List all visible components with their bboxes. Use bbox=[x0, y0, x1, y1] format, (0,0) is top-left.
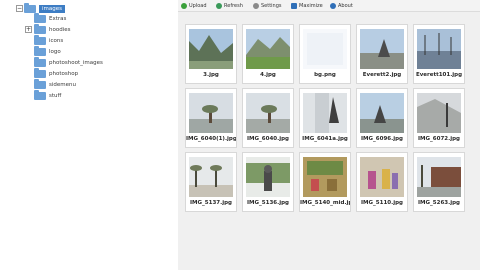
info-icon bbox=[330, 2, 336, 9]
file-manager-window: − images Extras + hoodies icons logo pho… bbox=[0, 0, 480, 270]
maximize-label: Maximize bbox=[299, 2, 323, 9]
file-tile[interactable]: IMG_6096.jpg bbox=[356, 88, 408, 148]
folder-tree: − images Extras + hoodies icons logo pho… bbox=[10, 0, 179, 270]
thumbnail-image bbox=[303, 93, 347, 133]
file-name: IMG_6040.jpg bbox=[247, 136, 289, 142]
tree-item-label: images bbox=[39, 5, 65, 13]
file-tile[interactable]: bg.png bbox=[299, 24, 351, 84]
settings-label: Settings bbox=[261, 2, 282, 9]
file-name: IMG_6096.jpg bbox=[361, 136, 403, 142]
file-tile[interactable]: IMG_6072.jpg bbox=[413, 88, 465, 148]
folder-icon bbox=[34, 57, 46, 67]
folder-icon bbox=[24, 3, 36, 13]
file-name: IMG_5140_mid.jpg bbox=[300, 200, 350, 206]
thumbnail-image bbox=[189, 29, 233, 69]
tree-item-label: sidemenu bbox=[49, 82, 76, 88]
thumbnail-image bbox=[189, 157, 233, 197]
file-pane: Upload Refresh Settings Maximize About 3… bbox=[178, 0, 480, 270]
thumbnail-image bbox=[417, 93, 461, 133]
tree-item-label: hoodies bbox=[49, 27, 71, 33]
gear-icon bbox=[253, 2, 259, 9]
folder-icon bbox=[34, 35, 46, 45]
file-tile[interactable]: Everett101.jpg bbox=[413, 24, 465, 84]
thumbnail-image bbox=[360, 157, 404, 197]
file-name: IMG_6041a.jpg bbox=[302, 136, 348, 142]
thumbnail-image bbox=[417, 29, 461, 69]
file-name: IMG_5137.jpg bbox=[190, 200, 232, 206]
file-name: IMG_6072.jpg bbox=[418, 136, 460, 142]
tree-item-extras[interactable]: Extras bbox=[34, 13, 67, 24]
settings-button[interactable]: Settings bbox=[253, 1, 282, 10]
file-name: IMG_5110.jpg bbox=[361, 200, 403, 206]
tree-item-images[interactable]: − images bbox=[16, 3, 65, 14]
thumbnail-image bbox=[189, 93, 233, 133]
file-tile[interactable]: IMG_5136.jpg bbox=[242, 152, 294, 212]
about-label: About bbox=[338, 2, 353, 9]
maximize-button[interactable]: Maximize bbox=[291, 1, 323, 10]
thumbnail-image bbox=[246, 157, 290, 197]
refresh-button[interactable]: Refresh bbox=[216, 1, 243, 10]
tree-item-label: Extras bbox=[49, 16, 67, 22]
maximize-icon bbox=[291, 2, 297, 9]
thumbnail-image bbox=[417, 157, 461, 197]
file-tile[interactable]: IMG_5140_mid.jpg bbox=[299, 152, 351, 212]
file-tile[interactable]: IMG_5137.jpg bbox=[185, 152, 237, 212]
refresh-label: Refresh bbox=[224, 2, 243, 9]
tree-item-label: photoshoot_images bbox=[49, 60, 103, 66]
file-name: IMG_5136.jpg bbox=[247, 200, 289, 206]
file-tile[interactable]: 4.jpg bbox=[242, 24, 294, 84]
tree-item-hoodies[interactable]: + hoodies bbox=[25, 24, 71, 35]
upload-button[interactable]: Upload bbox=[181, 1, 207, 10]
upload-label: Upload bbox=[189, 2, 207, 9]
thumbnail-image bbox=[360, 29, 404, 69]
tree-item-label: logo bbox=[49, 49, 61, 55]
file-tile[interactable]: IMG_6041a.jpg bbox=[299, 88, 351, 148]
folder-icon bbox=[34, 13, 46, 23]
refresh-icon bbox=[216, 2, 222, 9]
toolbar: Upload Refresh Settings Maximize About bbox=[178, 0, 480, 12]
file-name: 3.jpg bbox=[203, 72, 219, 78]
file-name: Everett2.jpg bbox=[362, 72, 402, 78]
tree-item-label: photoshop bbox=[49, 71, 79, 77]
tree-item-stuff[interactable]: stuff bbox=[34, 90, 62, 101]
folder-icon bbox=[34, 46, 46, 56]
file-name: IMG_5263.jpg bbox=[418, 200, 460, 206]
thumbnail-image bbox=[246, 29, 290, 69]
file-name: 4.jpg bbox=[260, 72, 276, 78]
tree-item-sidemenu[interactable]: sidemenu bbox=[34, 79, 76, 90]
thumbnail-image bbox=[303, 29, 347, 69]
file-tile[interactable]: IMG_5263.jpg bbox=[413, 152, 465, 212]
thumbnail-image bbox=[303, 157, 347, 197]
file-tile[interactable]: 3.jpg bbox=[185, 24, 237, 84]
folder-icon bbox=[34, 79, 46, 89]
thumbnail-image bbox=[360, 93, 404, 133]
upload-icon bbox=[181, 2, 187, 9]
thumbnail-image bbox=[246, 93, 290, 133]
file-name: Everett101.jpg bbox=[415, 72, 463, 78]
tree-item-photoshop[interactable]: photoshop bbox=[34, 68, 79, 79]
folder-icon bbox=[34, 68, 46, 78]
expand-toggle-icon[interactable]: + bbox=[25, 26, 32, 33]
file-name: bg.png bbox=[314, 72, 336, 78]
collapse-toggle-icon[interactable]: − bbox=[16, 5, 23, 12]
tree-item-label: icons bbox=[49, 38, 64, 44]
file-tile[interactable]: IMG_6040.jpg bbox=[242, 88, 294, 148]
tree-item-label: stuff bbox=[49, 93, 62, 99]
tree-item-photoshoot-images[interactable]: photoshoot_images bbox=[34, 57, 103, 68]
about-button[interactable]: About bbox=[330, 1, 353, 10]
folder-icon bbox=[34, 90, 46, 100]
tree-item-icons[interactable]: icons bbox=[34, 35, 64, 46]
file-tile[interactable]: IMG_5110.jpg bbox=[356, 152, 408, 212]
folder-icon bbox=[34, 24, 46, 34]
file-tile[interactable]: IMG_6040(1).jpg bbox=[185, 88, 237, 148]
file-name: IMG_6040(1).jpg bbox=[186, 136, 236, 142]
file-tile[interactable]: Everett2.jpg bbox=[356, 24, 408, 84]
tree-item-logo[interactable]: logo bbox=[34, 46, 61, 57]
